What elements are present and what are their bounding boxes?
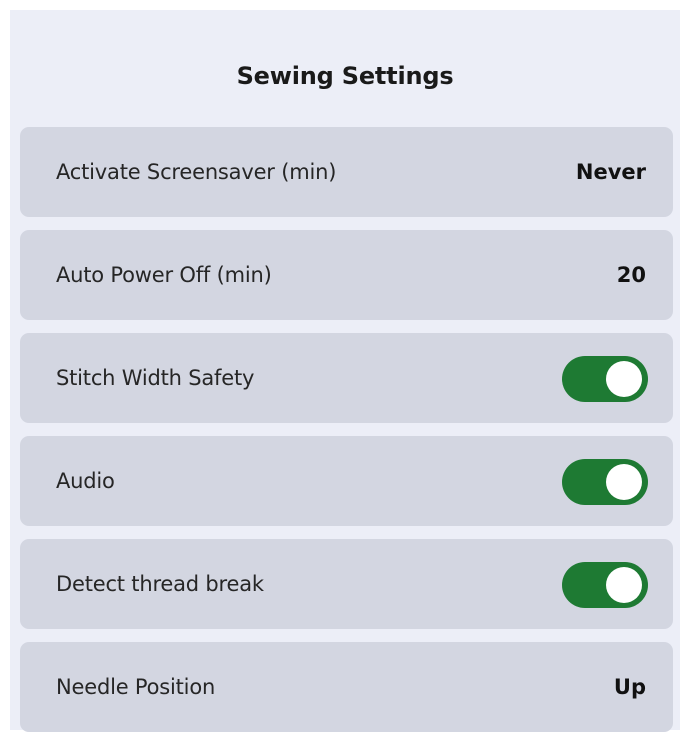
setting-label: Detect thread break [56,572,264,596]
setting-row-detect-thread-break: Detect thread break [20,539,673,629]
setting-label: Auto Power Off (min) [56,263,272,287]
setting-row-screensaver[interactable]: Activate Screensaver (min) Never [20,127,673,217]
settings-panel: Sewing Settings Activate Screensaver (mi… [10,10,680,732]
page-title: Sewing Settings [236,62,454,90]
setting-row-audio: Audio [20,436,673,526]
setting-row-auto-power-off[interactable]: Auto Power Off (min) 20 [20,230,673,320]
setting-value: 20 [616,263,646,287]
toggle-knob [606,567,642,603]
setting-label: Needle Position [56,675,216,699]
setting-row-stitch-width-safety: Stitch Width Safety [20,333,673,423]
setting-label: Stitch Width Safety [56,366,255,390]
setting-label: Activate Screensaver (min) [56,160,337,184]
setting-row-needle-position[interactable]: Needle Position Up [20,642,673,732]
audio-toggle[interactable] [562,459,648,505]
stitch-width-safety-toggle[interactable] [562,356,648,402]
setting-value: Never [575,160,646,184]
setting-value: Up [613,675,646,699]
detect-thread-break-toggle[interactable] [562,562,648,608]
setting-label: Audio [56,469,115,493]
toggle-knob [606,361,642,397]
toggle-knob [606,464,642,500]
